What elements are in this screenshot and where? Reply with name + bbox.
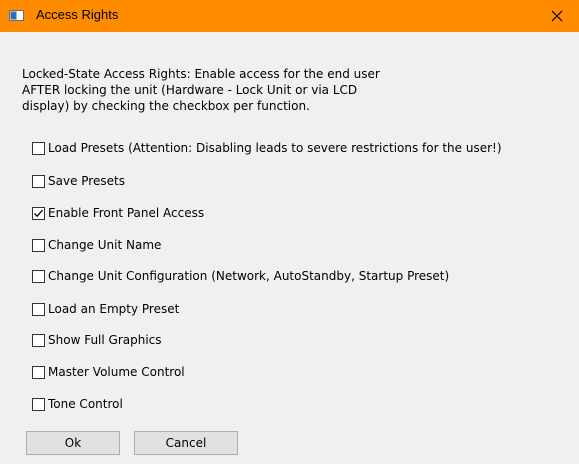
checkmark-icon	[34, 209, 44, 217]
option-change-unit-name[interactable]: Change Unit Name	[32, 235, 161, 255]
checkbox[interactable]	[32, 397, 45, 411]
option-enable-front-panel-access[interactable]: Enable Front Panel Access	[32, 203, 204, 223]
checkbox[interactable]	[32, 141, 45, 155]
option-label: Save Presets	[48, 174, 125, 188]
checkbox[interactable]	[32, 302, 45, 316]
checkbox-checked[interactable]	[32, 206, 45, 220]
close-icon	[551, 10, 563, 22]
option-change-unit-configuration[interactable]: Change Unit Configuration (Network, Auto…	[32, 266, 449, 286]
title-bar[interactable]: Access Rights	[0, 0, 579, 32]
option-master-volume-control[interactable]: Master Volume Control	[32, 362, 185, 382]
window-title: Access Rights	[36, 7, 119, 22]
option-show-full-graphics[interactable]: Show Full Graphics	[32, 330, 162, 350]
option-label: Load an Empty Preset	[48, 302, 180, 316]
option-label: Change Unit Configuration (Network, Auto…	[48, 269, 450, 283]
description-line: display) by checking the checkbox per fu…	[22, 99, 310, 113]
option-tone-control[interactable]: Tone Control	[32, 394, 123, 414]
checkbox[interactable]	[32, 365, 45, 379]
description-text: Locked-State Access Rights: Enable acces…	[22, 66, 562, 114]
option-label: Master Volume Control	[48, 365, 185, 379]
ok-button[interactable]: Ok	[26, 431, 120, 455]
option-save-presets[interactable]: Save Presets	[32, 171, 125, 191]
checkbox[interactable]	[32, 238, 45, 252]
close-button[interactable]	[535, 0, 579, 32]
option-load-presets[interactable]: Load Presets (Attention: Disabling leads…	[32, 138, 502, 158]
option-label: Change Unit Name	[48, 238, 162, 252]
option-label: Enable Front Panel Access	[48, 206, 205, 220]
checkbox[interactable]	[32, 269, 45, 283]
description-line: AFTER locking the unit (Hardware - Lock …	[22, 83, 358, 97]
option-label: Show Full Graphics	[48, 333, 162, 347]
description-line: Locked-State Access Rights: Enable acces…	[22, 67, 380, 81]
cancel-button[interactable]: Cancel	[134, 431, 238, 455]
option-label: Tone Control	[48, 397, 123, 411]
access-rights-dialog: Access Rights Locked-State Access Rights…	[0, 0, 579, 464]
window-app-icon	[9, 10, 24, 21]
option-label: Load Presets (Attention: Disabling leads…	[48, 141, 502, 155]
checkbox[interactable]	[32, 174, 45, 188]
option-load-empty-preset[interactable]: Load an Empty Preset	[32, 299, 179, 319]
checkbox[interactable]	[32, 333, 45, 347]
